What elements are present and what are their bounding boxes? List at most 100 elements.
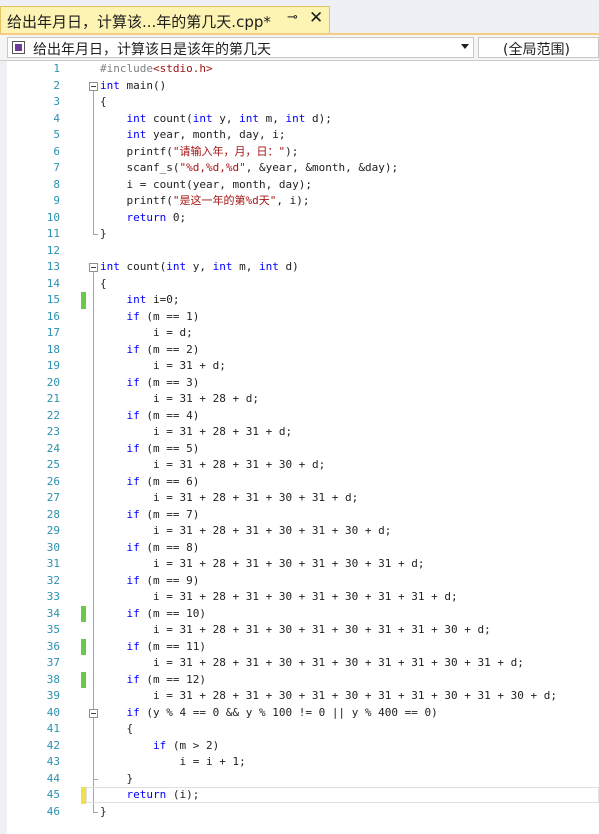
collapse-region-icon[interactable] bbox=[89, 263, 98, 272]
code-line[interactable]: 21 i = 31 + 28 + d; bbox=[0, 391, 599, 408]
line-code: int main() bbox=[100, 78, 167, 92]
code-line[interactable]: 44 } bbox=[0, 771, 599, 788]
line-number: 25 bbox=[46, 458, 60, 471]
line-code: i = 31 + 28 + 31 + 30 + 31 + 30 + 31 + d… bbox=[152, 557, 425, 570]
line-code: if (m == 5) bbox=[126, 441, 200, 455]
code-line[interactable]: 35 i = 31 + 28 + 31 + 30 + 31 + 30 + 31 … bbox=[0, 622, 599, 639]
function-dropdown[interactable]: 给出年月日，计算该日是该年的第几天 bbox=[7, 37, 474, 58]
chevron-down-icon[interactable] bbox=[461, 44, 469, 49]
code-line[interactable]: 25 i = 31 + 28 + 31 + 30 + d; bbox=[0, 457, 599, 474]
code-line[interactable]: 30 if (m == 8) bbox=[0, 540, 599, 557]
code-line[interactable]: 8 i = count(year, month, day); bbox=[0, 177, 599, 194]
line-number: 12 bbox=[46, 243, 60, 257]
collapse-region-icon[interactable] bbox=[89, 708, 98, 718]
code-line[interactable]: 11} bbox=[0, 226, 599, 243]
line-code: i = 31 + 28 + 31 + 30 + 31 + d; bbox=[152, 491, 359, 504]
line-code: if (m == 8) bbox=[126, 540, 200, 554]
code-line[interactable]: 20 if (m == 3) bbox=[0, 375, 599, 392]
line-code: i = 31 + 28 + 31 + 30 + 31 + 30 + 31 + 3… bbox=[152, 689, 557, 702]
code-line[interactable]: 5 int year, month, day, i; bbox=[0, 127, 599, 144]
member-scope-icon bbox=[12, 41, 25, 54]
code-line[interactable]: 34 if (m == 10) bbox=[0, 605, 599, 622]
line-number: 41 bbox=[46, 722, 60, 735]
code-line[interactable]: 41 { bbox=[0, 721, 599, 738]
line-code: printf("请输入年，月，日："); bbox=[126, 144, 299, 158]
code-line[interactable]: 6 printf("请输入年，月，日："); bbox=[0, 144, 599, 161]
line-code: } bbox=[100, 227, 107, 240]
line-code: #include<stdio.h> bbox=[100, 62, 213, 75]
code-line[interactable]: 23 i = 31 + 28 + 31 + d; bbox=[0, 424, 599, 441]
code-line[interactable]: 4 int count(int y, int m, int d); bbox=[0, 111, 599, 128]
code-line[interactable]: 42 if (m > 2) bbox=[0, 738, 599, 755]
line-number: 19 bbox=[46, 359, 60, 372]
line-code: if (m == 1) bbox=[126, 309, 200, 323]
code-line[interactable]: 46} bbox=[0, 804, 599, 821]
line-number: 4 bbox=[53, 111, 60, 125]
line-number: 15 bbox=[46, 293, 60, 306]
outline-guide-end bbox=[93, 778, 98, 780]
code-line[interactable]: 14 { bbox=[0, 276, 599, 293]
code-line[interactable]: 27 i = 31 + 28 + 31 + 30 + 31 + d; bbox=[0, 490, 599, 507]
line-number: 31 bbox=[46, 557, 60, 570]
saved-change-marker bbox=[81, 671, 86, 688]
code-line[interactable]: 12 bbox=[0, 243, 599, 260]
code-line[interactable]: 3{ bbox=[0, 94, 599, 111]
code-line[interactable]: 36 if (m == 11) bbox=[0, 638, 599, 655]
line-number: 16 bbox=[46, 309, 60, 323]
code-line[interactable]: 1 #include<stdio.h> bbox=[0, 61, 599, 78]
line-code: i = 31 + d; bbox=[152, 359, 226, 372]
line-code: i = 31 + 28 + 31 + d; bbox=[152, 425, 293, 438]
code-line[interactable]: 37 i = 31 + 28 + 31 + 30 + 31 + 30 + 31 … bbox=[0, 655, 599, 672]
pin-icon[interactable]: ⊸ bbox=[287, 10, 298, 25]
code-line[interactable]: 33 i = 31 + 28 + 31 + 30 + 31 + 30 + 31 … bbox=[0, 589, 599, 606]
scope-dropdown[interactable]: (全局范围) bbox=[478, 37, 599, 58]
close-icon[interactable]: ✕ bbox=[309, 8, 323, 28]
outline-guide bbox=[93, 90, 94, 234]
code-line[interactable]: 10 return 0; bbox=[0, 210, 599, 227]
current-line-highlight bbox=[86, 787, 599, 803]
code-line[interactable]: 7 scanf_s("%d,%d,%d", &year, &month, &da… bbox=[0, 160, 599, 177]
code-line[interactable]: 15 int i=0; bbox=[0, 292, 599, 309]
saved-change-marker bbox=[81, 638, 86, 655]
code-line[interactable]: 31 i = 31 + 28 + 31 + 30 + 31 + 30 + 31 … bbox=[0, 556, 599, 573]
code-line[interactable]: 24 if (m == 5) bbox=[0, 441, 599, 458]
code-line[interactable]: 28 if (m == 7) bbox=[0, 507, 599, 524]
line-number: 40 bbox=[46, 705, 60, 719]
line-code: i = 31 + 28 + 31 + 30 + d; bbox=[152, 458, 326, 471]
line-code: if (m == 4) bbox=[126, 408, 200, 422]
line-code: } bbox=[100, 804, 107, 818]
code-line[interactable]: 19 i = 31 + d; bbox=[0, 358, 599, 375]
line-number: 46 bbox=[46, 804, 60, 818]
code-line[interactable]: 18 if (m == 2) bbox=[0, 342, 599, 359]
code-line[interactable]: 32 if (m == 9) bbox=[0, 573, 599, 590]
line-number: 13 bbox=[46, 260, 60, 273]
line-number: 21 bbox=[46, 392, 60, 405]
document-tab[interactable]: 给出年月日，计算该...年的第几天.cpp* ⊸ ✕ bbox=[0, 6, 330, 34]
line-number: 38 bbox=[46, 672, 60, 686]
code-line[interactable]: 22 if (m == 4) bbox=[0, 408, 599, 425]
code-line[interactable]: 9 printf("是这一年的第%d天", i); bbox=[0, 193, 599, 210]
code-editor[interactable]: 1 #include<stdio.h> 2 int main() 3{4 int cou… bbox=[0, 61, 599, 834]
line-number: 9 bbox=[53, 194, 60, 207]
code-line[interactable]: 38 if (m == 12) bbox=[0, 671, 599, 688]
line-number: 5 bbox=[53, 128, 60, 141]
line-number: 44 bbox=[46, 771, 60, 785]
tab-title[interactable]: 给出年月日，计算该...年的第几天.cpp* bbox=[7, 11, 271, 32]
code-line[interactable]: 43 i = i + 1; bbox=[0, 754, 599, 771]
code-line[interactable]: 39 i = 31 + 28 + 31 + 30 + 31 + 30 + 31 … bbox=[0, 688, 599, 705]
line-number: 35 bbox=[46, 623, 60, 636]
line-number: 34 bbox=[46, 606, 60, 620]
line-number: 7 bbox=[53, 161, 60, 174]
code-line[interactable]: 16 if (m == 1) bbox=[0, 309, 599, 326]
collapse-region-icon[interactable] bbox=[89, 81, 98, 91]
line-code: i = 31 + 28 + d; bbox=[152, 392, 259, 405]
code-line[interactable]: 29 i = 31 + 28 + 31 + 30 + 31 + 30 + d; bbox=[0, 523, 599, 540]
line-number: 3 bbox=[53, 95, 60, 108]
line-code: scanf_s("%d,%d,%d", &year, &month, &day)… bbox=[126, 161, 399, 174]
code-line[interactable]: 17 i = d; bbox=[0, 325, 599, 342]
code-line[interactable]: 26 if (m == 6) bbox=[0, 474, 599, 491]
outline-guide-end bbox=[93, 234, 98, 235]
line-number: 24 bbox=[46, 441, 60, 455]
line-code: if (m == 2) bbox=[126, 342, 200, 356]
line-code: i = 31 + 28 + 31 + 30 + 31 + 30 + 31 + 3… bbox=[152, 590, 458, 603]
